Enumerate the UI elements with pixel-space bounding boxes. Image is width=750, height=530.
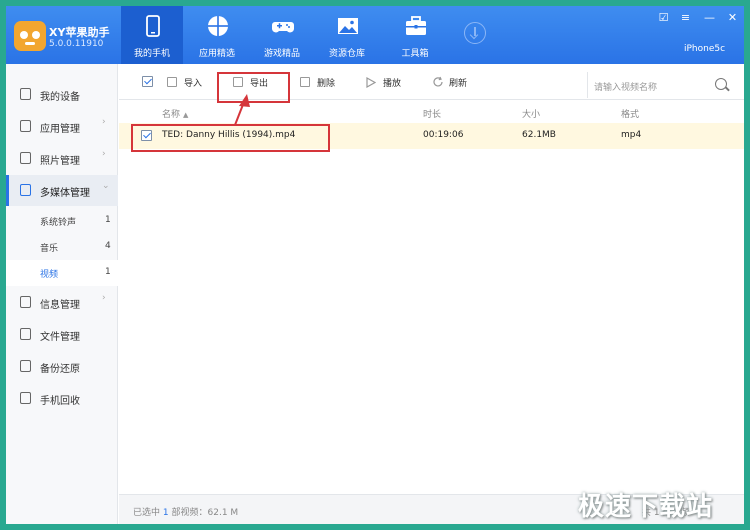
sort-up-icon: ▲ bbox=[183, 111, 189, 119]
toolbar: 导入 导出 删除 播放 刷新 请输入视频名称 bbox=[119, 64, 744, 100]
menu-icon[interactable]: ≡ bbox=[679, 12, 692, 24]
chevron-right-icon: › bbox=[102, 293, 106, 303]
sidebar-subitem-ringtone[interactable]: 系统铃声 1 bbox=[6, 208, 118, 234]
tab-resources[interactable]: 资源仓库 bbox=[316, 6, 378, 64]
logo-eye-left bbox=[20, 31, 28, 39]
recycle-icon bbox=[20, 392, 31, 404]
photo-icon bbox=[20, 152, 31, 164]
header-bar: XY苹果助手 5.0.0.11910 我的手机 应用精选 游戏精品 资源仓库 工… bbox=[6, 6, 744, 64]
sidebar-item-label: 文件管理 bbox=[40, 332, 80, 343]
grid-icon bbox=[20, 120, 31, 132]
trash-icon bbox=[300, 77, 310, 87]
export-highlight-box bbox=[217, 72, 290, 103]
chevron-right-icon: › bbox=[102, 149, 106, 159]
subitem-label: 系统铃声 bbox=[40, 218, 77, 228]
status-count: 1 bbox=[162, 508, 169, 518]
sidebar-item-app-manage[interactable]: 应用管理 › bbox=[6, 111, 118, 142]
status-text: 已选中 1 部视频：62.1 M bbox=[133, 505, 238, 518]
header-name-label: 名称 bbox=[162, 110, 181, 120]
toolbox-icon bbox=[406, 16, 426, 35]
sidebar-item-label: 手机回收 bbox=[40, 396, 80, 407]
status-prefix: 已选中 bbox=[133, 508, 161, 518]
device-selector[interactable]: iPhone5c bbox=[684, 44, 725, 54]
phone-icon bbox=[146, 15, 160, 37]
app-version: 5.0.0.11910 bbox=[49, 39, 104, 49]
sidebar-item-label: 我的设备 bbox=[40, 92, 80, 103]
column-header-size[interactable]: 大小 bbox=[522, 107, 540, 120]
app-logo bbox=[14, 21, 46, 51]
tab-label: 游戏精品 bbox=[263, 49, 300, 59]
app-window: XY苹果助手 5.0.0.11910 我的手机 应用精选 游戏精品 资源仓库 工… bbox=[6, 6, 744, 524]
active-indicator bbox=[6, 175, 9, 206]
column-header-format[interactable]: 格式 bbox=[621, 107, 639, 120]
sidebar-subitem-music[interactable]: 音乐 4 bbox=[6, 234, 118, 260]
sidebar-item-info-manage[interactable]: 信息管理 › bbox=[6, 287, 118, 318]
image-icon bbox=[338, 18, 358, 34]
search-box[interactable]: 请输入视频名称 bbox=[587, 72, 737, 98]
import-label: 导入 bbox=[184, 79, 203, 89]
app-name: XY苹果助手 bbox=[49, 26, 110, 39]
minimize-button[interactable]: — bbox=[703, 12, 716, 24]
play-icon bbox=[366, 77, 376, 88]
close-button[interactable]: ✕ bbox=[726, 12, 739, 24]
sidebar-item-file-manage[interactable]: 文件管理 bbox=[6, 319, 118, 350]
tab-toolbox[interactable]: 工具箱 bbox=[384, 6, 446, 64]
monitor-icon bbox=[20, 184, 31, 196]
column-header-duration[interactable]: 时长 bbox=[423, 107, 441, 120]
tab-label: 工具箱 bbox=[401, 49, 429, 59]
status-middle: 部视频：62.1 M bbox=[171, 508, 239, 518]
apps-icon bbox=[208, 16, 228, 36]
tab-label: 我的手机 bbox=[133, 49, 170, 59]
subitem-count: 1 bbox=[105, 215, 111, 225]
message-icon bbox=[20, 296, 31, 308]
sidebar-item-label: 备份还原 bbox=[40, 364, 80, 375]
sidebar-item-photo-manage[interactable]: 照片管理 › bbox=[6, 143, 118, 174]
chevron-right-icon: › bbox=[102, 117, 106, 127]
row-duration: 00:19:06 bbox=[423, 130, 464, 140]
row-highlight-box bbox=[131, 124, 330, 152]
skin-icon[interactable]: ☑ bbox=[657, 12, 670, 24]
download-icon[interactable] bbox=[464, 22, 486, 44]
sidebar: 我的设备 应用管理 › 照片管理 › 多媒体管理 ⌄ 系统铃声 1 音乐 4 视… bbox=[6, 64, 118, 524]
logo-eye-right bbox=[32, 31, 40, 39]
sidebar-subitem-video[interactable]: 视频 1 bbox=[6, 260, 118, 286]
chevron-down-icon: ⌄ bbox=[102, 181, 110, 191]
search-icon[interactable] bbox=[715, 78, 727, 90]
row-size: 62.1MB bbox=[522, 130, 556, 140]
import-icon bbox=[167, 77, 177, 87]
desktop-frame: XY苹果助手 5.0.0.11910 我的手机 应用精选 游戏精品 资源仓库 工… bbox=[0, 0, 750, 530]
sidebar-item-backup[interactable]: 备份还原 bbox=[6, 351, 118, 382]
subitem-label: 视频 bbox=[40, 270, 59, 280]
sidebar-item-label: 信息管理 bbox=[40, 300, 80, 311]
tab-apps[interactable]: 应用精选 bbox=[186, 6, 248, 64]
row-format: mp4 bbox=[621, 130, 642, 140]
search-input[interactable]: 请输入视频名称 bbox=[594, 80, 657, 93]
refresh-icon bbox=[433, 76, 443, 87]
delete-label: 删除 bbox=[317, 79, 336, 89]
sidebar-item-recycle[interactable]: 手机回收 bbox=[6, 383, 118, 414]
sidebar-item-label: 照片管理 bbox=[40, 156, 80, 167]
sidebar-item-my-device[interactable]: 我的设备 bbox=[6, 79, 118, 110]
sidebar-item-label: 应用管理 bbox=[40, 124, 80, 135]
subitem-label: 音乐 bbox=[40, 244, 59, 254]
tab-my-phone[interactable]: 我的手机 bbox=[121, 6, 183, 64]
folder-icon bbox=[20, 328, 31, 340]
logo-mouth bbox=[25, 42, 35, 45]
subitem-count: 1 bbox=[105, 267, 111, 277]
refresh-label: 刷新 bbox=[449, 79, 468, 89]
play-label: 播放 bbox=[383, 79, 402, 89]
sidebar-item-label: 多媒体管理 bbox=[40, 188, 90, 199]
tab-label: 应用精选 bbox=[198, 49, 235, 59]
tab-label: 资源仓库 bbox=[328, 49, 365, 59]
column-header-name[interactable]: 名称 ▲ bbox=[162, 107, 188, 120]
device-icon bbox=[20, 88, 31, 100]
subitem-count: 4 bbox=[105, 241, 111, 251]
gamepad-icon bbox=[272, 22, 294, 33]
select-all-checkbox[interactable] bbox=[142, 76, 153, 87]
tab-games[interactable]: 游戏精品 bbox=[251, 6, 313, 64]
backup-icon bbox=[20, 360, 31, 372]
watermark: 极速下载站 bbox=[578, 492, 714, 522]
sidebar-item-media-manage[interactable]: 多媒体管理 ⌄ bbox=[6, 175, 118, 206]
